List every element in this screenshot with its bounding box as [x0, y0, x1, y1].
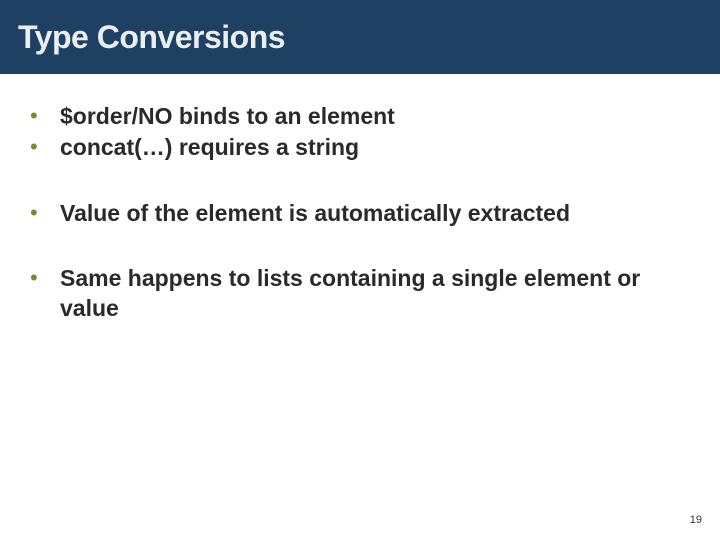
bullet-icon: •: [28, 102, 60, 130]
bullet-group: • $order/NO binds to an element • concat…: [28, 102, 698, 163]
bullet-text: $order/NO binds to an element: [60, 102, 395, 131]
page-number: 19: [690, 514, 702, 526]
bullet-group: • Same happens to lists containing a sin…: [28, 264, 698, 323]
bullet-text: Same happens to lists containing a singl…: [60, 264, 698, 323]
slide-title: Type Conversions: [18, 19, 285, 56]
bullet-icon: •: [28, 133, 60, 161]
bullet-group: • Value of the element is automatically …: [28, 199, 698, 228]
bullet-text: concat(…) requires a string: [60, 133, 359, 162]
slide: Type Conversions • $order/NO binds to an…: [0, 0, 720, 540]
slide-content: • $order/NO binds to an element • concat…: [0, 74, 720, 323]
bullet-icon: •: [28, 264, 60, 292]
title-band: Type Conversions: [0, 0, 720, 74]
bullet-item: • concat(…) requires a string: [28, 133, 698, 162]
bullet-item: • Value of the element is automatically …: [28, 199, 698, 228]
bullet-icon: •: [28, 199, 60, 227]
bullet-text: Value of the element is automatically ex…: [60, 199, 570, 228]
bullet-item: • Same happens to lists containing a sin…: [28, 264, 698, 323]
bullet-item: • $order/NO binds to an element: [28, 102, 698, 131]
